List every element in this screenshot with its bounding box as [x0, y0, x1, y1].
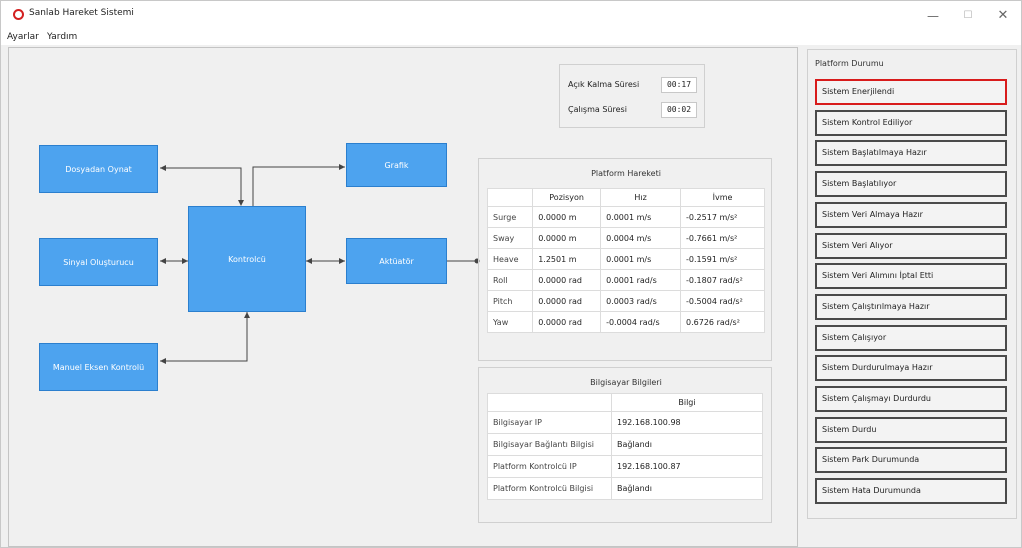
status-button[interactable]: Sistem Kontrol Ediliyor	[815, 109, 1007, 136]
axis-name-cell: Sway	[486, 227, 534, 249]
time-info-panel	[559, 64, 705, 128]
actuator-block[interactable]: Aktüatör	[346, 238, 447, 284]
status-button[interactable]: Sistem Veri Alımını İptal Etti	[815, 263, 1007, 290]
velocity-cell: 0.0004 m/s	[600, 227, 682, 249]
maximize-button[interactable]: ☐	[951, 7, 985, 25]
position-cell: 0.0000 rad	[532, 311, 602, 333]
platform-motion-title: Platform Hareketi	[591, 169, 661, 178]
table-row: Yaw 0.0000 rad -0.0004 rad/s 0.6726 rad/s²	[486, 311, 765, 333]
velocity-cell: -0.0004 rad/s	[600, 311, 682, 333]
runtime-value: 00:02	[661, 102, 697, 118]
runtime-label: Çalışma Süresi	[568, 105, 627, 114]
acceleration-cell: -0.2517 m/s²	[680, 206, 765, 228]
status-button[interactable]: Sistem Çalışıyor	[815, 324, 1007, 351]
table-row: Bilgisayar Bağlantı Bilgisi Bağlandı	[487, 433, 763, 456]
position-cell: 0.0000 rad	[532, 290, 602, 312]
status-button[interactable]: Sistem Veri Alıyor	[815, 232, 1007, 259]
acceleration-cell: -0.7661 m/s²	[680, 227, 765, 249]
controller-block[interactable]: Kontrolcü	[188, 206, 306, 312]
table-row: Sway 0.0000 m 0.0004 m/s -0.7661 m/s²	[486, 227, 765, 249]
acceleration-cell: -0.1807 rad/s²	[680, 269, 765, 291]
position-cell: 0.0000 rad	[532, 269, 602, 291]
status-button[interactable]: Sistem Enerjilendi	[815, 79, 1007, 105]
table-row: Bilgisayar IP 192.168.100.98	[487, 411, 763, 434]
table-row: Surge 0.0000 m 0.0001 m/s -0.2517 m/s²	[486, 206, 765, 228]
signal-generator-block[interactable]: Sinyal Oluşturucu	[39, 238, 158, 286]
acceleration-cell: -0.1591 m/s²	[680, 248, 765, 270]
close-button[interactable]: ✕	[986, 7, 1020, 25]
manual-axis-control-block[interactable]: Manuel Eksen Kontrolü	[39, 343, 158, 391]
table-row: Heave 1.2501 m 0.0001 m/s -0.1591 m/s²	[486, 248, 765, 270]
velocity-header: Hız	[600, 188, 682, 207]
status-button[interactable]: Sistem Çalışmayı Durdurdu	[815, 386, 1007, 412]
table-corner-cell	[487, 393, 612, 412]
acceleration-header: İvme	[680, 188, 765, 207]
window-title: Sanlab Hareket Sistemi	[29, 8, 134, 18]
info-value-cell: Bağlandı	[611, 433, 763, 456]
info-label-cell: Platform Kontrolcü IP	[487, 455, 612, 478]
position-cell: 1.2501 m	[532, 248, 602, 270]
file-play-block[interactable]: Dosyadan Oynat	[39, 145, 158, 193]
status-button[interactable]: Sistem Başlatılıyor	[815, 171, 1007, 198]
graph-block[interactable]: Grafik	[346, 143, 447, 187]
axis-name-cell: Heave	[486, 248, 534, 270]
acceleration-cell: 0.6726 rad/s²	[680, 311, 765, 333]
status-button[interactable]: Sistem Durdu	[815, 416, 1007, 443]
info-label-cell: Bilgisayar Bağlantı Bilgisi	[487, 433, 612, 456]
axis-name-cell: Pitch	[486, 290, 534, 312]
status-button[interactable]: Sistem Başlatılmaya Hazır	[815, 140, 1007, 167]
title-bar: Sanlab Hareket Sistemi — ☐ ✕	[1, 1, 1021, 31]
uptime-value: 00:17	[661, 77, 697, 93]
menu-bar: Ayarlar Yardım	[1, 31, 1021, 45]
menu-item-help[interactable]: Yardım	[47, 32, 77, 42]
velocity-cell: 0.0001 m/s	[600, 206, 682, 228]
uptime-label: Açık Kalma Süresi	[568, 80, 640, 89]
status-button[interactable]: Sistem Hata Durumunda	[815, 478, 1007, 505]
table-row: Pitch 0.0000 rad 0.0003 rad/s -0.5004 rad/s…	[486, 290, 765, 312]
table-corner-cell	[486, 188, 534, 207]
info-label-cell: Bilgisayar IP	[487, 411, 612, 434]
status-button[interactable]: Sistem Veri Almaya Hazır	[815, 201, 1007, 228]
app-logo-icon	[13, 9, 24, 20]
axis-name-cell: Roll	[486, 269, 534, 291]
position-cell: 0.0000 m	[532, 227, 602, 249]
table-row: Platform Kontrolcü Bilgisi Bağlandı	[487, 477, 763, 500]
minimize-button[interactable]: —	[916, 7, 950, 25]
computer-info-table: Bilgi Bilgisayar IP 192.168.100.98 Bilgisa…	[487, 393, 763, 500]
info-value-cell: Bağlandı	[611, 477, 763, 500]
axis-name-cell: Yaw	[486, 311, 534, 333]
info-value-cell: 192.168.100.87	[611, 455, 763, 478]
velocity-cell: 0.0001 rad/s	[600, 269, 682, 291]
computer-info-title: Bilgisayar Bilgileri	[590, 378, 662, 387]
table-row: Roll 0.0000 rad 0.0001 rad/s -0.1807 rad/s²	[486, 269, 765, 291]
axis-name-cell: Surge	[486, 206, 534, 228]
position-cell: 0.0000 m	[532, 206, 602, 228]
info-value-cell: 192.168.100.98	[611, 411, 763, 434]
velocity-cell: 0.0003 rad/s	[600, 290, 682, 312]
status-button[interactable]: Sistem Durdurulmaya Hazır	[815, 355, 1007, 382]
info-header: Bilgi	[611, 393, 763, 412]
status-button[interactable]: Sistem Park Durumunda	[815, 447, 1007, 474]
app-window: Sanlab Hareket Sistemi — ☐ ✕ Ayarlar Yar…	[0, 0, 1022, 548]
info-label-cell: Platform Kontrolcü Bilgisi	[487, 477, 612, 500]
velocity-cell: 0.0001 m/s	[600, 248, 682, 270]
menu-item-settings[interactable]: Ayarlar	[7, 32, 39, 42]
platform-status-title: Platform Durumu	[815, 59, 884, 68]
platform-motion-table: Pozisyon Hız İvme Surge 0.0000 m 0.0001 m/…	[486, 188, 765, 333]
table-row: Platform Kontrolcü IP 192.168.100.87	[487, 455, 763, 478]
acceleration-cell: -0.5004 rad/s²	[680, 290, 765, 312]
status-button[interactable]: Sistem Çalıştırılmaya Hazır	[815, 293, 1007, 320]
position-header: Pozisyon	[532, 188, 602, 207]
